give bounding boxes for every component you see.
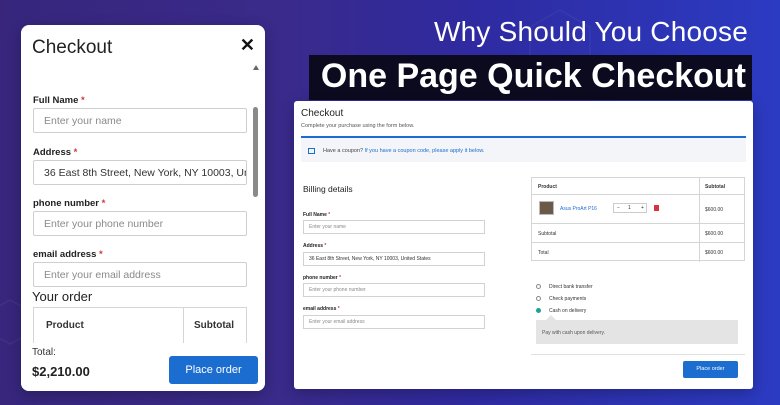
checkout-page: Checkout Complete your purchase using th… bbox=[294, 101, 753, 389]
email-label: email address * bbox=[303, 306, 340, 312]
minus-icon[interactable]: − bbox=[617, 205, 620, 211]
phone-label: phone number * bbox=[303, 275, 342, 281]
product-header: Product bbox=[538, 184, 557, 190]
address-label: Address * bbox=[303, 243, 327, 249]
total-label: Total bbox=[538, 250, 549, 256]
billing-heading: Billing details bbox=[303, 184, 353, 194]
total-label: Total: bbox=[32, 347, 56, 358]
your-order-heading: Your order bbox=[32, 289, 93, 304]
table-divider bbox=[183, 308, 184, 348]
product-name-link[interactable]: Asus ProArt P16 bbox=[560, 206, 597, 212]
payment-option-label: Cash on delivery bbox=[549, 308, 587, 314]
radio-cash-on-delivery[interactable] bbox=[536, 308, 541, 313]
radio-check-payments[interactable] bbox=[536, 296, 541, 301]
quantity-value: 1 bbox=[628, 205, 631, 211]
place-order-button[interactable]: Place order bbox=[169, 356, 258, 384]
email-input[interactable]: Enter your email address bbox=[33, 262, 247, 287]
total-value: $2,210.00 bbox=[32, 364, 90, 379]
email-input[interactable]: Enter your email address bbox=[303, 315, 485, 329]
radio-bank-transfer[interactable] bbox=[536, 284, 541, 289]
page-subtitle: Complete your purchase using the form be… bbox=[301, 123, 415, 129]
place-order-button[interactable]: Place order bbox=[683, 361, 738, 378]
product-image bbox=[539, 201, 554, 215]
total-value: $600.00 bbox=[705, 250, 724, 256]
payment-option-label: Direct bank transfer bbox=[549, 284, 593, 290]
full-name-label: Full Name * bbox=[33, 95, 85, 106]
scroll-up-icon[interactable] bbox=[253, 65, 259, 70]
address-label: Address * bbox=[33, 147, 78, 158]
modal-title: Checkout bbox=[32, 37, 113, 58]
subtotal-header: Subtotal bbox=[705, 184, 725, 190]
phone-input[interactable]: Enter your phone number bbox=[33, 211, 247, 236]
subtotal-header: Subtotal bbox=[194, 320, 234, 331]
coupon-icon bbox=[308, 148, 315, 154]
item-price: $600.00 bbox=[705, 207, 724, 213]
email-label: email address * bbox=[33, 249, 103, 260]
quantity-stepper[interactable]: − 1 + bbox=[613, 203, 647, 213]
phone-label: phone number * bbox=[33, 198, 106, 209]
subtotal-label: Subtotal bbox=[538, 231, 557, 237]
checkout-modal: Checkout ✕ Full Name * Enter your name A… bbox=[21, 25, 265, 391]
order-summary: Product Subtotal $600.00 Subtotal $600.0… bbox=[531, 177, 745, 262]
headline-line-2: One Page Quick Checkout bbox=[308, 55, 752, 100]
payment-option-label: Check payments bbox=[549, 296, 587, 302]
full-name-input[interactable]: Enter your name bbox=[303, 220, 485, 234]
order-table: Product Subtotal bbox=[33, 307, 247, 348]
page-title: Checkout bbox=[301, 108, 344, 119]
payment-description-text: Pay with cash upon delivery. bbox=[542, 330, 605, 336]
subtotal-value: $600.00 bbox=[705, 231, 724, 237]
product-header: Product bbox=[46, 320, 84, 331]
modal-footer: Total: $2,210.00 Place order bbox=[21, 343, 265, 391]
full-name-input[interactable]: Enter your name bbox=[33, 108, 247, 133]
full-name-label: Full Name * bbox=[303, 212, 331, 218]
scrollbar-thumb[interactable] bbox=[253, 107, 258, 197]
divider bbox=[531, 354, 745, 355]
plus-icon[interactable]: + bbox=[641, 205, 644, 211]
table-divider bbox=[699, 178, 700, 262]
trash-icon[interactable] bbox=[654, 205, 659, 211]
headline-line-1: Why Should You Choose bbox=[434, 16, 748, 47]
coupon-notice: Have a coupon? If you have a coupon code… bbox=[323, 148, 485, 154]
address-input[interactable]: 36 East 8th Street, New York, NY 10003, … bbox=[303, 252, 485, 266]
coupon-link[interactable]: If you have a coupon code, please apply … bbox=[365, 148, 485, 154]
phone-input[interactable]: Enter your phone number bbox=[303, 283, 485, 297]
address-input[interactable]: 36 East 8th Street, New York, NY 10003, … bbox=[33, 160, 247, 185]
close-icon[interactable]: ✕ bbox=[240, 35, 255, 56]
